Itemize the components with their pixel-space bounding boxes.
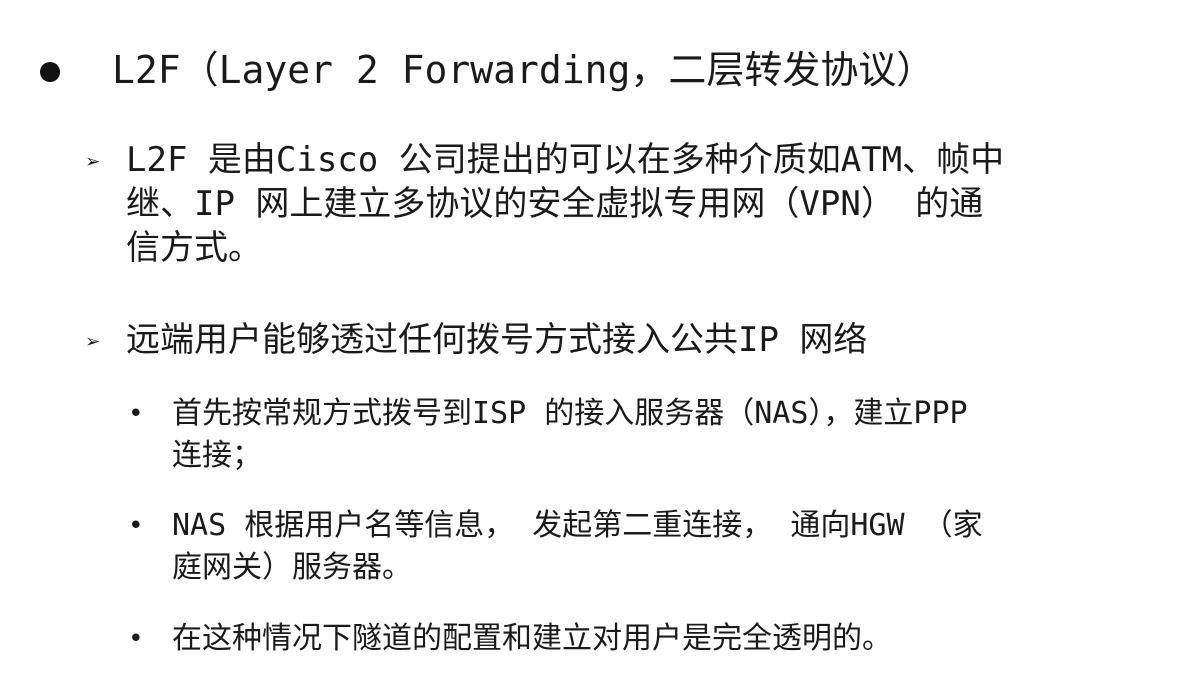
arrow-bullet-icon: ➢	[86, 328, 101, 356]
subpoint-text: NAS 根据用户名等信息， 发起第二重连接， 通向HGW （家 庭网关）服务器。	[172, 508, 983, 585]
slide: L2F（Layer 2 Forwarding，二层转发协议） ➢ L2F 是由C…	[0, 0, 1192, 690]
subpoint-item: • 在这种情况下隧道的配置和建立对用户是完全透明的。	[128, 618, 1112, 660]
small-bullet-icon: •	[128, 399, 144, 429]
small-bullet-icon: •	[128, 624, 144, 654]
subpoint-text: 在这种情况下隧道的配置和建立对用户是完全透明的。	[172, 621, 892, 656]
subpoint-item: • NAS 根据用户名等信息， 发起第二重连接， 通向HGW （家 庭网关）服务…	[128, 505, 1112, 589]
heading-bullet-item: L2F（Layer 2 Forwarding，二层转发协议）	[40, 44, 934, 96]
point-text: 远端用户能够透过任何拨号方式接入公共IP 网络	[126, 320, 868, 360]
subpoint-item: • 首先按常规方式拨号到ISP 的接入服务器（NAS），建立PPP 连接；	[128, 393, 1112, 477]
point-item: ➢ 远端用户能够透过任何拨号方式接入公共IP 网络	[86, 318, 1116, 364]
point-text: L2F 是由Cisco 公司提出的可以在多种介质如ATM、帧中 继、IP 网上建…	[126, 140, 1005, 268]
point-item: ➢ L2F 是由Cisco 公司提出的可以在多种介质如ATM、帧中 继、IP 网…	[86, 138, 1116, 270]
arrow-bullet-icon: ➢	[86, 148, 101, 176]
small-bullet-icon: •	[128, 511, 144, 541]
heading-text: L2F（Layer 2 Forwarding，二层转发协议）	[112, 48, 935, 92]
bullet-dot-icon	[40, 62, 60, 82]
subpoint-text: 首先按常规方式拨号到ISP 的接入服务器（NAS），建立PPP 连接；	[172, 396, 968, 473]
